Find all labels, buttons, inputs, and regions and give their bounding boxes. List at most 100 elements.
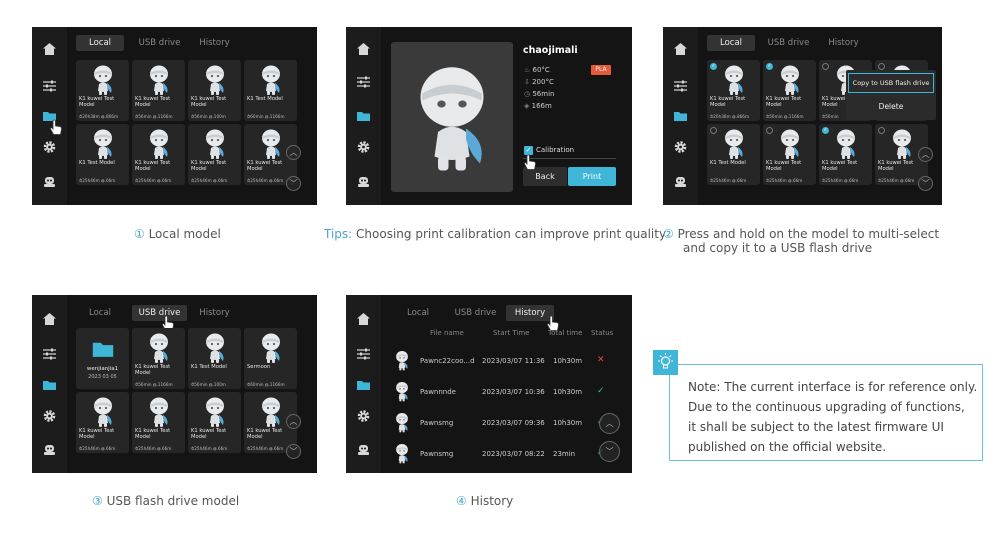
calibration-label[interactable]: Calibration [536,146,574,154]
scroll-up-button[interactable]: ︿ [286,414,301,429]
model-card[interactable]: ✓ K1 kuwei Test Model ⏱56min ◍.1166m [763,60,816,121]
model-stats: ⏱25h46m ◍.66m [710,178,747,183]
model-card[interactable]: K1 kuwei Test Model ⏱56min ◍.1166m [132,328,185,389]
model-figure-image [778,128,802,160]
model-card[interactable]: ✓ K1 kuwei Test Model ⏱25h46m ◍.66m [819,124,872,185]
tab-local[interactable]: Local [396,305,440,321]
home-icon[interactable] [673,42,688,56]
note-line: Note: The current interface is for refer… [688,380,978,394]
history-row[interactable]: Pawnsmg2023/03/07 09:3610h30m✓ [390,410,610,435]
scroll-up-button[interactable]: ︿ [918,147,933,162]
select-checkbox[interactable] [766,127,773,134]
select-checkbox[interactable] [710,127,717,134]
scroll-up-button[interactable]: ︿ [286,145,301,160]
pointer-hand-icon [523,154,537,171]
robot-icon[interactable] [356,442,371,456]
scroll-down-button[interactable]: ﹀ [918,176,933,191]
folder-icon[interactable] [356,109,371,123]
settings-sliders-icon[interactable] [42,347,57,361]
scroll-down-button[interactable]: ﹀ [286,176,301,191]
settings-sliders-icon[interactable] [673,79,688,93]
screen-print-detail: chaojimali PLA ♨ 60°C ⇩ 200°C ◷ 56min ◈ … [346,27,632,205]
tab-history[interactable]: History [192,35,237,51]
caption-usb-model: ③ USB flash drive model [92,494,239,508]
settings-sliders-icon[interactable] [356,75,371,89]
folder-icon[interactable] [673,109,688,123]
model-card[interactable]: K1 kuwei Test Model ⏱25h46m ◍.66m [188,124,241,185]
model-card[interactable]: K1 Test Model ⏱60min ◍.1166m [244,60,297,121]
copy-to-usb-menu-item[interactable]: Copy to USB flash drive [848,73,934,93]
tab-history[interactable]: History [821,35,866,51]
delete-menu-item[interactable]: Delete [848,97,934,117]
model-card[interactable]: K1 kuwei Test Model ⏱25h46m ◍.66m [132,124,185,185]
usb-folder-card[interactable]: wenjianjia1 2023 03 05 [76,328,129,389]
robot-icon[interactable] [42,174,57,188]
history-row[interactable]: Pawnc22coo...d 2023/03/07 11:36 10h30m ✕ [390,348,610,373]
model-card[interactable]: K1 kuwei Test Model ⏱20h38m ◍.866m [76,60,129,121]
home-icon[interactable] [356,312,371,326]
home-icon[interactable] [42,312,57,326]
model-name: K1 kuwei Test Model [710,96,746,108]
model-card[interactable]: Sermoon ⏱60min ◍.1166m [244,328,297,389]
gear-icon[interactable] [356,140,371,154]
model-card[interactable]: K1 kuwei Test Model ⏱56min ◍.100m [188,60,241,121]
sidebar [346,295,381,473]
model-figure-image [259,396,283,428]
gear-icon[interactable] [356,409,371,423]
model-card[interactable]: K1 Test Model ⏱25h46m ◍.66m [707,124,760,185]
tips-text: Choosing print calibration can improve p… [352,227,667,241]
home-icon[interactable] [42,42,57,56]
settings-sliders-icon[interactable] [356,347,371,361]
model-card[interactable]: K1 Test Model ⏱25h46m ◍.66m [76,124,129,185]
time-value: 56min [532,90,555,98]
model-card[interactable]: K1 kuwei Test Model ⏱25h46m ◍.66m [76,392,129,453]
select-checkbox[interactable] [878,127,885,134]
tab-local[interactable]: Local [707,35,755,51]
model-card[interactable]: K1 kuwei Test Model ⏱25h46m ◍.66m [763,124,816,185]
select-checkbox[interactable] [822,63,829,70]
tab-usb-drive[interactable]: USB drive [132,305,187,321]
history-status-icon: ✓ [597,386,605,396]
model-card[interactable]: ✓ K1 kuwei Test Model ⏱20h38m ◍.866m [707,60,760,121]
model-name: K1 kuwei Test Model [878,160,914,172]
tab-usb-drive[interactable]: USB drive [132,35,187,51]
folder-icon[interactable] [42,378,57,392]
gear-icon[interactable] [42,140,57,154]
model-figure-image [203,396,227,428]
caption-number: ③ [92,494,103,508]
history-row[interactable]: Pawnsmg2023/03/07 08:2223min✓ [390,441,610,466]
caption-tips: Tips: Choosing print calibration can imp… [324,227,666,241]
tab-usb-drive[interactable]: USB drive [761,35,816,51]
gear-icon[interactable] [42,409,57,423]
tab-local[interactable]: Local [76,35,124,51]
folder-icon[interactable] [356,378,371,392]
context-menu: Copy to USB flash drive Delete [846,70,936,120]
select-checkbox[interactable]: ✓ [710,63,717,70]
model-card[interactable]: K1 kuwei Test Model ⏱56min ◍.1166m [132,60,185,121]
select-checkbox[interactable]: ✓ [766,63,773,70]
scroll-up-button[interactable]: ︿ [599,413,620,434]
lightbulb-icon [653,350,678,375]
select-checkbox[interactable]: ✓ [822,127,829,134]
caption-multi-select: ② Press and hold on the model to multi-s… [663,227,939,255]
robot-icon[interactable] [356,174,371,188]
history-start-time: 2023/03/07 11:36 [482,357,545,365]
note-line: Due to the continuous upgrading of funct… [688,400,965,414]
model-card[interactable]: K1 kuwei Test Model ⏱25h46m ◍.66m [188,392,241,453]
tab-history[interactable]: History [192,305,237,321]
model-card[interactable]: K1 Test Model ⏱56min ◍.100m [188,328,241,389]
scroll-down-button[interactable]: ﹀ [599,441,620,462]
robot-icon[interactable] [673,174,688,188]
tab-usb-drive[interactable]: USB drive [448,305,503,321]
select-checkbox[interactable] [878,63,885,70]
gear-icon[interactable] [673,140,688,154]
robot-icon[interactable] [42,442,57,456]
print-button[interactable]: Print [568,167,616,186]
scroll-down-button[interactable]: ﹀ [286,444,301,459]
history-row[interactable]: Pawnnnde 2023/03/07 10:36 10h30m ✓ [390,379,610,404]
caption-number: ④ [456,494,467,508]
home-icon[interactable] [356,42,371,56]
tab-local[interactable]: Local [76,305,124,321]
model-card[interactable]: K1 kuwei Test Model ⏱25h46m ◍.66m [132,392,185,453]
settings-sliders-icon[interactable] [42,79,57,93]
